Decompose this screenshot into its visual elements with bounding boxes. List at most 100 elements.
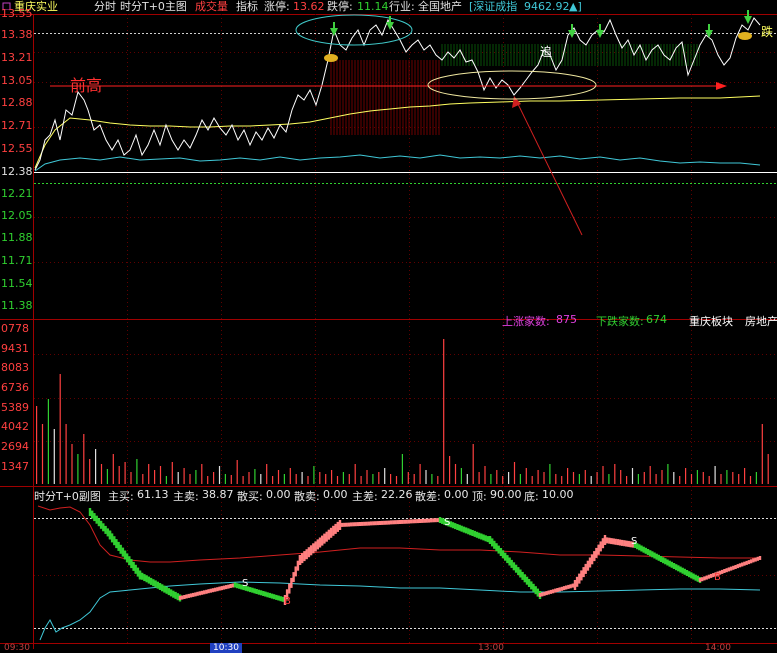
signal-block	[584, 563, 587, 574]
signal-block	[169, 589, 173, 597]
signal-block	[473, 530, 476, 537]
volume-bar	[655, 474, 657, 484]
volume-bar	[112, 454, 114, 484]
signal-block	[259, 590, 263, 596]
signal-block	[394, 520, 397, 525]
volume-bar	[130, 472, 132, 484]
volume-bar	[154, 470, 156, 484]
signal-block	[401, 519, 404, 524]
signal-block	[545, 591, 548, 596]
index-line	[34, 154, 761, 172]
signal-block	[203, 590, 206, 595]
signal-block	[690, 572, 693, 579]
signal-block	[495, 543, 498, 552]
signal-block	[312, 543, 315, 554]
signal-block	[536, 588, 539, 597]
previous-high-arrowhead	[716, 82, 727, 90]
signal-block	[425, 518, 428, 523]
signal-block	[314, 541, 317, 552]
signal-block	[275, 594, 278, 600]
highlight-ellipse-mid	[427, 70, 597, 100]
time-tick: 13:00	[478, 643, 504, 653]
signal-block	[381, 520, 384, 525]
volume-bar	[348, 474, 350, 484]
time-tick-cursor: 10:30	[210, 643, 242, 653]
volume-bar	[531, 476, 533, 484]
signal-block	[154, 580, 157, 588]
signal-block	[296, 560, 300, 571]
volume-tick: 1347	[1, 460, 29, 473]
signal-block	[309, 545, 313, 556]
signal-block	[646, 549, 650, 555]
signal-block	[192, 592, 195, 597]
volume-bar	[95, 449, 97, 484]
volume-tick: 8083	[1, 361, 29, 374]
volume-bar	[508, 472, 510, 484]
signal-block	[88, 508, 92, 516]
signal-block	[227, 584, 230, 589]
signal-block	[134, 564, 137, 574]
sector-link[interactable]: 重庆板块	[689, 313, 733, 329]
signal-block	[616, 539, 620, 546]
signal-block	[527, 579, 531, 587]
down-count-label: 下跌家数:	[596, 315, 644, 328]
volume-tick: 0778	[1, 322, 29, 335]
volume-bar	[608, 474, 610, 484]
volume-bar	[767, 454, 769, 484]
volume-bar	[378, 472, 380, 484]
category-link[interactable]: 房地产	[745, 313, 777, 329]
signal-block	[475, 531, 479, 538]
volume-bar	[36, 406, 38, 484]
price-tick: 12.88	[1, 96, 33, 109]
volume-bar	[519, 474, 521, 484]
volume-bar	[366, 470, 368, 484]
signal-block	[556, 588, 559, 592]
signal-block	[383, 520, 386, 525]
signal-block	[462, 526, 466, 533]
price-tick: 11.38	[1, 299, 33, 312]
volume-bar	[614, 464, 616, 484]
signal-block	[143, 574, 146, 582]
sell-marker: S	[631, 536, 638, 547]
signal-block	[233, 582, 237, 588]
signal-block	[268, 592, 271, 598]
volume-bar	[207, 476, 209, 484]
signal-block	[486, 536, 489, 543]
signal-block	[451, 522, 455, 529]
volume-bar	[578, 474, 580, 484]
signal-block	[149, 577, 153, 585]
signal-block	[497, 545, 500, 554]
signal-block	[211, 588, 215, 593]
signal-block	[657, 554, 660, 561]
signal-block	[623, 540, 626, 547]
signal-block	[721, 569, 724, 574]
signal-block	[565, 585, 568, 590]
price-tick: 11.54	[1, 277, 33, 290]
signal-block	[262, 591, 265, 596]
signal-block	[558, 587, 561, 592]
signal-block	[99, 520, 103, 529]
signal-block	[517, 567, 520, 576]
signal-block	[683, 568, 686, 575]
signal-block	[491, 538, 494, 547]
signal-block	[323, 533, 326, 544]
signal-block	[119, 544, 122, 554]
signal-block	[156, 581, 159, 589]
volume-bar	[513, 462, 516, 484]
signal-block	[174, 591, 177, 599]
sub-chart-header: 时分T+0副图 主买: 61.13 主卖: 38.87 散买: 0.00 散卖:…	[0, 488, 777, 503]
signal-block	[292, 572, 295, 583]
signal-block	[679, 566, 682, 573]
volume-bar	[720, 474, 722, 484]
volume-bar	[584, 470, 586, 484]
volume-bar	[661, 470, 663, 484]
signal-block	[349, 522, 353, 527]
signal-block	[194, 592, 197, 597]
volume-bar	[159, 466, 162, 484]
signal-block	[358, 522, 362, 526]
price-tick: 12.21	[1, 187, 33, 200]
signal-block	[477, 532, 481, 539]
signal-block	[460, 525, 463, 532]
volume-bar	[596, 472, 598, 484]
buy-marker: B	[714, 572, 721, 583]
